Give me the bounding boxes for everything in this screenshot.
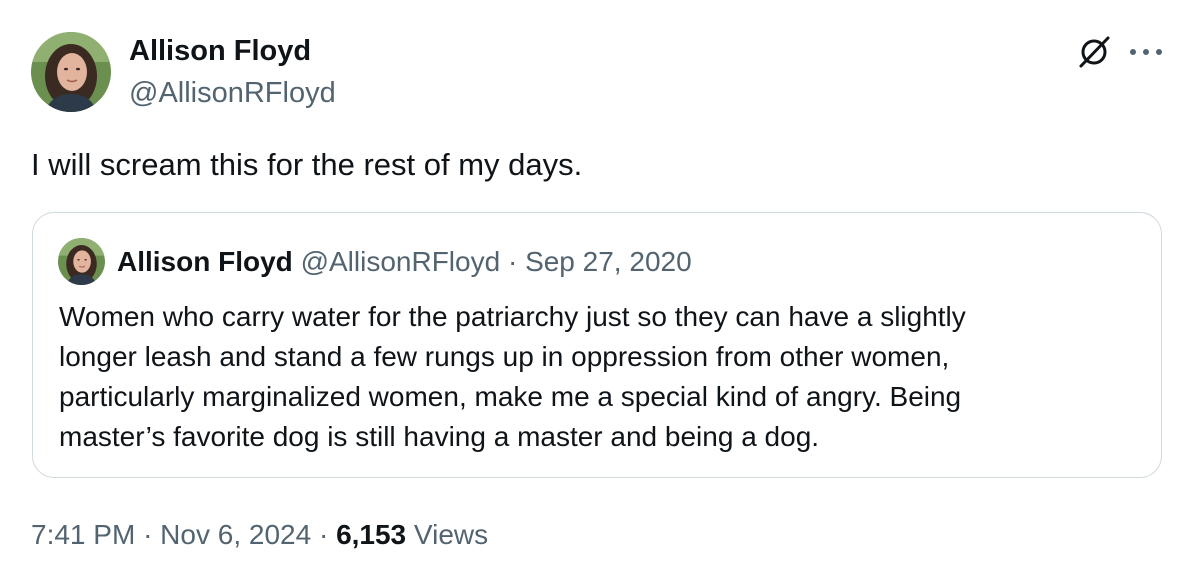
quoted-text-line: master’s favorite dog is still having a … [59, 421, 820, 452]
views-label: Views [413, 519, 489, 550]
tweet-time-link[interactable]: 7:41 PM · Nov 6, 2024 [31, 519, 311, 550]
meta-separator: · [143, 519, 153, 550]
author-handle[interactable]: @AllisonRFloyd [129, 75, 336, 111]
quoted-tweet-text: Women who carry water for the patriarchy… [59, 297, 1139, 457]
quoted-date[interactable]: Sep 27, 2020 [525, 246, 692, 277]
tweet-meta: 7:41 PM · Nov 6, 2024 · 6,153 Views [31, 516, 488, 554]
quoted-text-line: Women who carry water for the patriarchy… [59, 301, 966, 332]
quoted-tweet-header: Allison Floyd @AllisonRFloyd · Sep 27, 2… [117, 244, 692, 280]
quoted-separator: · [507, 246, 518, 277]
more-options-icon[interactable] [1128, 46, 1164, 58]
author-avatar[interactable] [31, 32, 111, 112]
grok-icon[interactable] [1074, 32, 1114, 72]
tweet-header-actions [1074, 30, 1164, 74]
quoted-text-line: longer leash and stand a few rungs up in… [59, 341, 950, 372]
tweet-time: 7:41 PM [31, 519, 136, 550]
quoted-avatar-image [58, 238, 105, 285]
tweet-date: Nov 6, 2024 [160, 519, 312, 550]
author-name[interactable]: Allison Floyd [129, 33, 311, 69]
avatar-image [31, 32, 111, 112]
quoted-text-line: particularly marginalized women, make me… [59, 381, 962, 412]
views-link[interactable]: 6,153 Views [336, 519, 488, 550]
tweet-card: Allison Floyd @AllisonRFloyd I will scre… [0, 0, 1200, 586]
meta-separator: · [318, 519, 329, 550]
quoted-author-handle[interactable]: @AllisonRFloyd [301, 246, 501, 277]
views-count: 6,153 [336, 519, 407, 550]
tweet-text: I will scream this for the rest of my da… [31, 147, 583, 182]
quoted-author-name[interactable]: Allison Floyd [117, 246, 293, 277]
quoted-author-avatar[interactable] [58, 238, 105, 285]
